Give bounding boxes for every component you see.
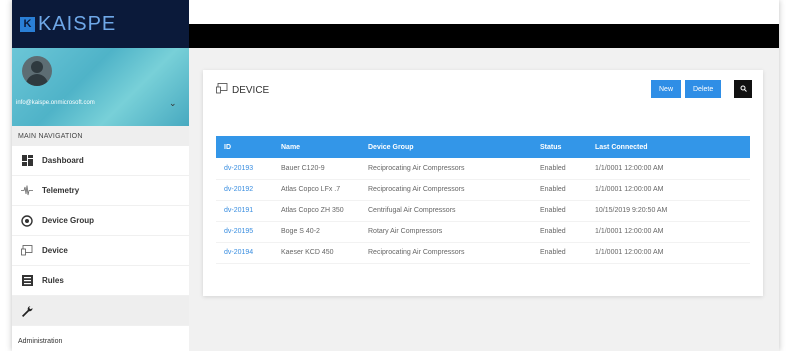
device-group: Reciprocating Air Compressors: [368, 186, 465, 193]
search-button[interactable]: [734, 80, 752, 98]
table-row[interactable]: dv-20194 Kaeser KCD 450 Reciprocating Ai…: [216, 242, 750, 263]
app-window: K KAISPE info@kaispe.onmicrosoft.com ⌄ M…: [12, 0, 779, 351]
sidebar-item-administration[interactable]: Administration: [12, 326, 189, 351]
nav-section-title: MAIN NAVIGATION: [12, 126, 189, 146]
delete-button[interactable]: Delete: [685, 80, 722, 98]
device-last-connected: 1/1/0001 12:00:00 AM: [595, 186, 664, 193]
brand-logo-icon: K: [20, 16, 35, 32]
sidebar-item-rules[interactable]: Rules: [12, 266, 189, 296]
wrench-icon: [20, 304, 34, 318]
column-header-name[interactable]: Name: [273, 136, 360, 158]
device-name: Atlas Copco ZH 350: [281, 207, 344, 214]
device-icon: [20, 244, 34, 258]
sidebar-item-administration-toggle[interactable]: [12, 296, 189, 326]
sidebar-item-telemetry[interactable]: Telemetry: [12, 176, 189, 206]
device-name: Atlas Copco LFx .7: [281, 186, 341, 193]
device-name: Bauer C120-9: [281, 164, 325, 172]
device-id-link[interactable]: dv-20191: [216, 200, 273, 221]
column-header-last-connected[interactable]: Last Connected: [587, 136, 750, 158]
table-row[interactable]: dv-20193 Bauer C120-9 Reciprocating Air …: [216, 158, 750, 179]
column-header-status[interactable]: Status: [532, 136, 587, 158]
device-id-link[interactable]: dv-20195: [216, 221, 273, 242]
user-profile: info@kaispe.onmicrosoft.com ⌄: [12, 48, 189, 126]
device-id-link[interactable]: dv-20192: [216, 179, 273, 200]
device-status: Enabled: [540, 186, 566, 193]
sidebar-item-label: Dashboard: [42, 156, 84, 165]
search-icon: [740, 85, 747, 94]
brand-name: KAISPE: [38, 12, 117, 35]
header-strip: [189, 0, 779, 24]
table-header: ID Name Device Group Status Last Connect…: [216, 136, 750, 158]
table-row[interactable]: dv-20192 Atlas Copco LFx .7 Reciprocatin…: [216, 179, 750, 200]
telemetry-icon: [20, 184, 34, 198]
dashboard-icon: [20, 154, 34, 168]
column-header-device-group[interactable]: Device Group: [360, 136, 532, 158]
avatar-head: [31, 61, 43, 73]
device-group: Reciprocating Air Compressors: [368, 249, 465, 256]
device-last-connected: 1/1/0001 12:00:00 AM: [595, 228, 664, 235]
device-name: Kaeser KCD 450: [281, 249, 334, 256]
device-name: Boge S 40-2: [281, 228, 320, 235]
sidebar-item-dashboard[interactable]: Dashboard: [12, 146, 189, 176]
device-table: ID Name Device Group Status Last Connect…: [216, 136, 750, 264]
sidebar-item-label: Rules: [42, 276, 64, 285]
device-panel: DEVICE New Delete ID Name Device Group S…: [203, 70, 763, 296]
page-title: DEVICE: [216, 83, 269, 97]
new-button[interactable]: New: [651, 80, 682, 98]
device-group: Centrifugal Air Compressors: [368, 207, 456, 214]
top-bar: K KAISPE: [12, 0, 779, 48]
device-status: Enabled: [540, 249, 566, 256]
device-status: Enabled: [540, 207, 566, 214]
avatar-body: [26, 74, 48, 86]
sidebar: info@kaispe.onmicrosoft.com ⌄ MAIN NAVIG…: [12, 48, 189, 351]
device-group-icon: [20, 214, 34, 228]
column-header-id[interactable]: ID: [216, 136, 273, 158]
avatar[interactable]: [22, 56, 52, 86]
device-id-link[interactable]: dv-20193: [216, 158, 273, 179]
sidebar-item-device-group[interactable]: Device Group: [12, 206, 189, 236]
table-row[interactable]: dv-20191 Atlas Copco ZH 350 Centrifugal …: [216, 200, 750, 221]
sidebar-item-device[interactable]: Device: [12, 236, 189, 266]
device-icon: [216, 83, 228, 97]
sidebar-item-label: Device Group: [42, 216, 95, 225]
device-status: Enabled: [540, 164, 566, 172]
device-last-connected: 10/15/2019 9:20:50 AM: [595, 207, 668, 214]
sidebar-item-label: Telemetry: [42, 186, 80, 195]
table-row[interactable]: dv-20195 Boge S 40-2 Rotary Air Compress…: [216, 221, 750, 242]
chevron-down-icon[interactable]: ⌄: [169, 98, 177, 109]
page-title-text: DEVICE: [232, 84, 270, 96]
rules-icon: [20, 274, 34, 288]
device-last-connected: 1/1/0001 12:00:00 AM: [595, 249, 664, 256]
user-email: info@kaispe.onmicrosoft.com: [16, 100, 95, 106]
device-status: Enabled: [540, 228, 566, 235]
device-group: Reciprocating Air Compressors: [368, 164, 465, 172]
device-group: Rotary Air Compressors: [368, 228, 443, 235]
device-last-connected: 1/1/0001 12:00:00 AM: [595, 164, 664, 172]
device-id-link[interactable]: dv-20194: [216, 242, 273, 263]
brand[interactable]: K KAISPE: [12, 0, 189, 48]
sidebar-item-label: Device: [42, 246, 68, 255]
